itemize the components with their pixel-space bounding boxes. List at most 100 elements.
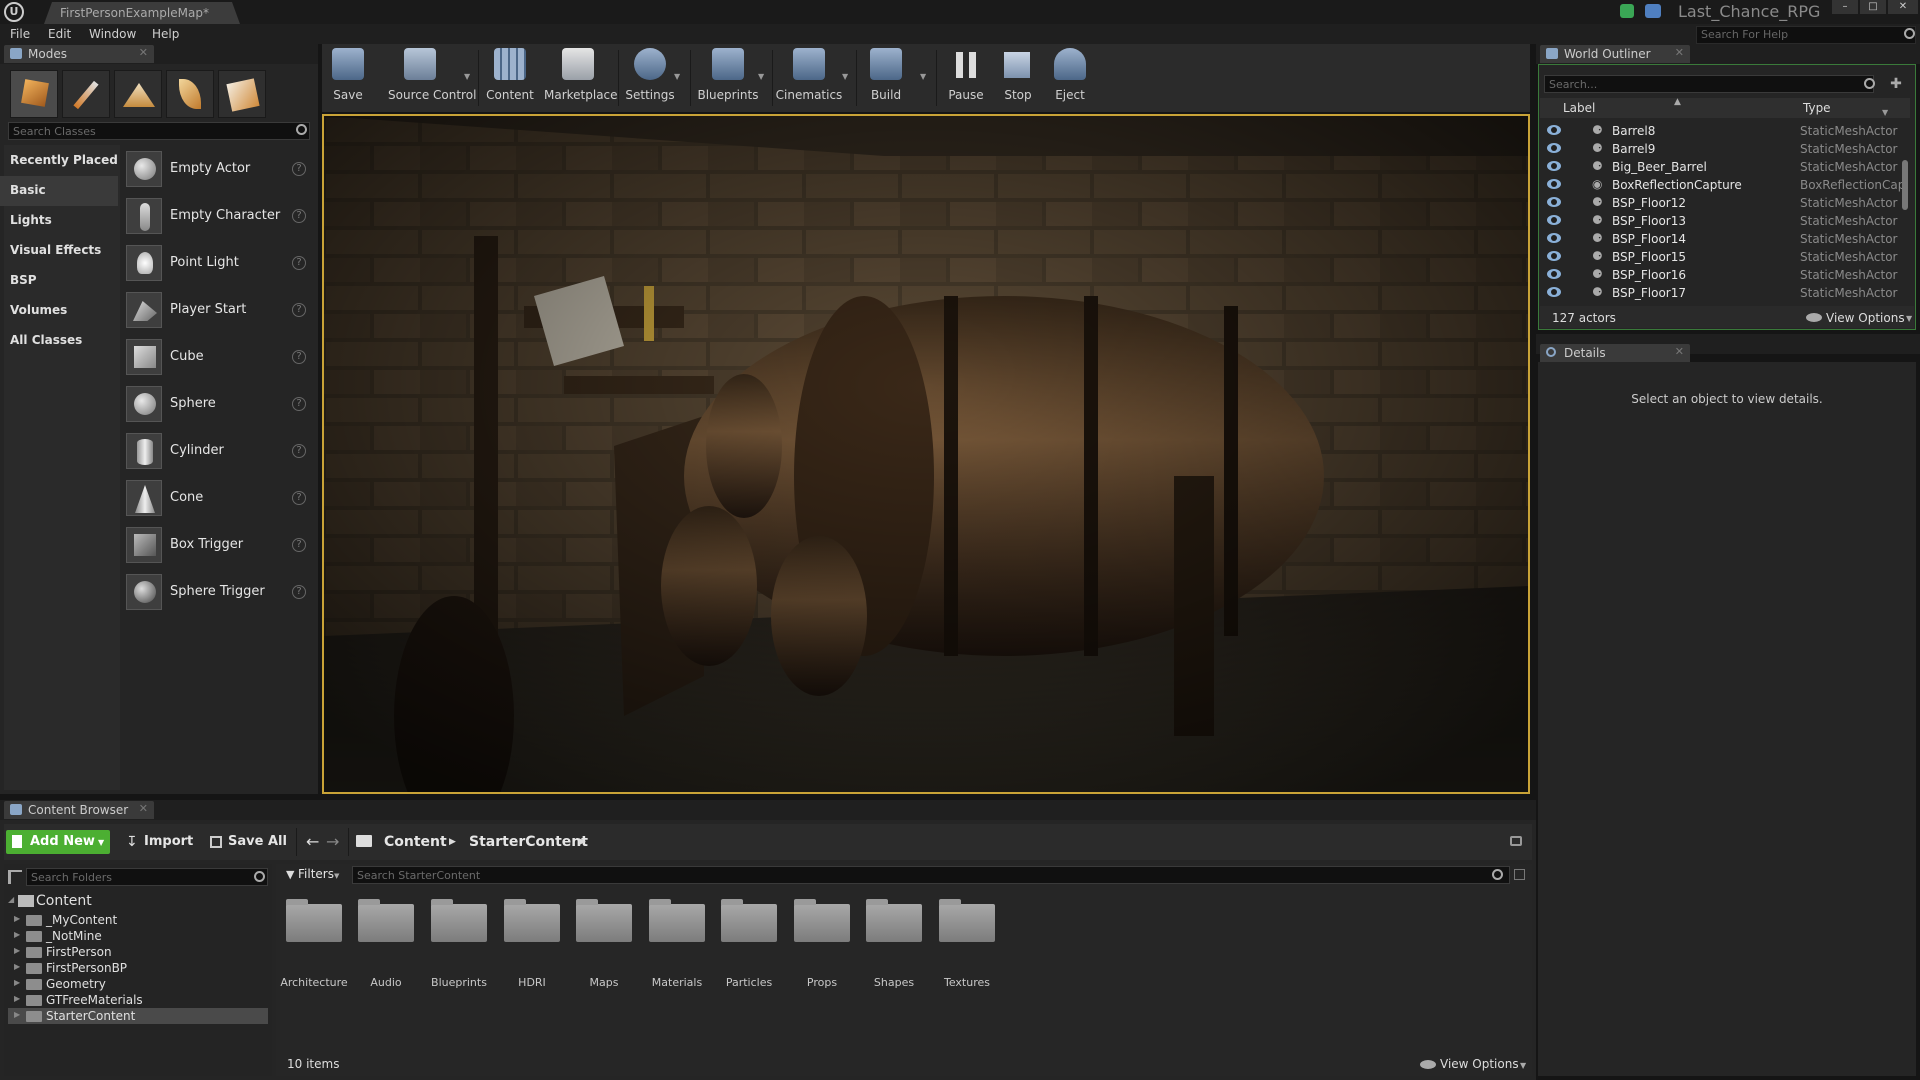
close-icon[interactable]: ✕ xyxy=(139,46,148,59)
content-browser-tab[interactable]: Content Browser ✕ xyxy=(4,801,154,819)
close-icon[interactable]: ✕ xyxy=(139,802,148,815)
menu-edit[interactable]: Edit xyxy=(48,27,71,41)
place-item-cylinder[interactable]: Cylinder? xyxy=(126,430,316,472)
column-label-header[interactable]: Label xyxy=(1563,101,1595,115)
folder-open-icon[interactable] xyxy=(356,835,372,847)
chevron-down-icon[interactable]: ▼ xyxy=(464,72,470,81)
tree-item[interactable]: ▶ FirstPerson xyxy=(8,944,268,960)
source-control-button[interactable]: Source Control xyxy=(388,48,476,110)
place-item-cone[interactable]: Cone? xyxy=(126,477,316,519)
visibility-eye-icon[interactable] xyxy=(1547,125,1561,135)
help-icon[interactable]: ? xyxy=(292,397,306,411)
document-tab[interactable]: FirstPersonExampleMap* xyxy=(44,2,240,24)
visibility-eye-icon[interactable] xyxy=(1547,143,1561,153)
save-all-button[interactable]: Save All xyxy=(208,830,288,854)
help-icon[interactable]: ? xyxy=(292,491,306,505)
category-basic[interactable]: Basic xyxy=(0,176,118,206)
outliner-view-options[interactable]: View Options ▼ xyxy=(1806,311,1916,327)
place-item-sphere-trigger[interactable]: Sphere Trigger? xyxy=(126,571,316,613)
tree-item[interactable]: ▶ FirstPersonBP xyxy=(8,960,268,976)
landscape-mode-button[interactable] xyxy=(114,70,162,118)
folder-tile-hdri[interactable]: HDRI xyxy=(502,899,562,989)
expand-arrow-icon[interactable]: ▶ xyxy=(14,962,20,971)
world-outliner-tab[interactable]: World Outliner ✕ xyxy=(1540,45,1690,63)
category-visual-effects[interactable]: Visual Effects xyxy=(0,236,118,266)
help-icon[interactable]: ? xyxy=(292,162,306,176)
folder-tile-blueprints[interactable]: Blueprints xyxy=(429,899,489,989)
expand-arrow-icon[interactable]: ▶ xyxy=(14,914,20,923)
expand-arrow-icon[interactable]: ▶ xyxy=(14,946,20,955)
category-bsp[interactable]: BSP xyxy=(0,266,118,296)
breadcrumb-content[interactable]: Content xyxy=(384,834,447,850)
visibility-eye-icon[interactable] xyxy=(1547,251,1561,261)
folder-tile-materials[interactable]: Materials xyxy=(647,899,707,989)
visibility-eye-icon[interactable] xyxy=(1547,197,1561,207)
unreal-logo-icon[interactable]: U xyxy=(4,2,24,22)
chevron-down-icon[interactable]: ▼ xyxy=(842,72,848,81)
visibility-eye-icon[interactable] xyxy=(1547,179,1561,189)
geometry-mode-button[interactable] xyxy=(218,70,266,118)
maximize-button[interactable]: □ xyxy=(1860,0,1886,14)
outliner-row[interactable]: ⚈ Barrel9 StaticMeshActor xyxy=(1540,140,1910,158)
chevron-down-icon[interactable]: ▼ xyxy=(674,72,680,81)
foliage-mode-button[interactable] xyxy=(166,70,214,118)
close-icon[interactable]: ✕ xyxy=(1675,46,1684,59)
paint-mode-button[interactable] xyxy=(62,70,110,118)
add-filter-icon[interactable]: ✚ xyxy=(1888,76,1904,92)
visibility-eye-icon[interactable] xyxy=(1547,215,1561,225)
add-new-button[interactable]: Add New ▼ xyxy=(6,830,110,854)
category-recently-placed[interactable]: Recently Placed xyxy=(0,146,118,176)
source-control-status-icon[interactable] xyxy=(1645,4,1661,18)
menu-file[interactable]: File xyxy=(10,27,30,41)
place-item-empty-actor[interactable]: Empty Actor? xyxy=(126,148,316,190)
search-classes-input[interactable]: Search Classes xyxy=(8,122,310,140)
outliner-row[interactable]: ⚈ BSP_Floor17 StaticMeshActor xyxy=(1540,284,1910,302)
chevron-down-icon[interactable]: ▼ xyxy=(920,72,926,81)
visibility-eye-icon[interactable] xyxy=(1547,161,1561,171)
category-all-classes[interactable]: All Classes xyxy=(0,326,118,356)
folder-tile-audio[interactable]: Audio xyxy=(356,899,416,989)
breadcrumb-separator-icon[interactable]: ▶ xyxy=(579,837,586,847)
eject-button[interactable]: Eject xyxy=(1038,48,1102,110)
help-icon[interactable]: ? xyxy=(292,303,306,317)
search-assets-input[interactable]: Search StarterContent xyxy=(352,866,1510,884)
expand-arrow-icon[interactable]: ▶ xyxy=(14,994,20,1003)
level-viewport[interactable] xyxy=(322,114,1530,794)
expand-arrow-icon[interactable]: ▶ xyxy=(14,1010,20,1019)
category-volumes[interactable]: Volumes xyxy=(0,296,118,326)
settings-button[interactable]: Settings xyxy=(618,48,682,110)
place-item-box-trigger[interactable]: Box Trigger? xyxy=(126,524,316,566)
help-icon[interactable]: ? xyxy=(292,256,306,270)
help-icon[interactable]: ? xyxy=(292,444,306,458)
expand-arrow-icon[interactable]: ▶ xyxy=(14,930,20,939)
forward-arrow-icon[interactable]: → xyxy=(326,832,339,851)
search-folders-input[interactable]: Search Folders xyxy=(26,868,268,886)
chevron-down-icon[interactable]: ▼ xyxy=(1882,108,1888,117)
outliner-row[interactable]: ⚈ BSP_Floor13 StaticMeshActor xyxy=(1540,212,1910,230)
visibility-eye-icon[interactable] xyxy=(1547,233,1561,243)
menu-help[interactable]: Help xyxy=(152,27,179,41)
marketplace-button[interactable]: Marketplace xyxy=(544,48,618,110)
folder-tile-particles[interactable]: Particles xyxy=(719,899,779,989)
tree-item[interactable]: ▶ GTFreeMaterials xyxy=(8,992,268,1008)
notification-icon[interactable] xyxy=(1620,4,1634,18)
minimize-button[interactable]: – xyxy=(1832,0,1858,14)
column-type-header[interactable]: Type xyxy=(1803,101,1831,115)
close-icon[interactable]: ✕ xyxy=(1675,345,1684,358)
outliner-row[interactable]: ⚈ Big_Beer_Barrel StaticMeshActor xyxy=(1540,158,1910,176)
help-search-input[interactable]: Search For Help xyxy=(1696,26,1916,44)
folder-tile-shapes[interactable]: Shapes xyxy=(864,899,924,989)
outliner-row[interactable]: ⚈ BSP_Floor16 StaticMeshActor xyxy=(1540,266,1910,284)
place-mode-button[interactable] xyxy=(10,70,58,118)
close-window-button[interactable]: ✕ xyxy=(1888,0,1918,14)
folder-tile-props[interactable]: Props xyxy=(792,899,852,989)
import-button[interactable]: ↧ Import xyxy=(124,830,194,854)
place-item-cube[interactable]: Cube? xyxy=(126,336,316,378)
breadcrumb-starter-content[interactable]: StarterContent xyxy=(469,834,588,850)
folder-tile-maps[interactable]: Maps xyxy=(574,899,634,989)
expand-arrow-icon[interactable]: ▶ xyxy=(14,978,20,987)
help-icon[interactable]: ? xyxy=(292,585,306,599)
category-lights[interactable]: Lights xyxy=(0,206,118,236)
blueprints-button[interactable]: Blueprints xyxy=(694,48,762,110)
back-arrow-icon[interactable]: ← xyxy=(306,832,319,851)
